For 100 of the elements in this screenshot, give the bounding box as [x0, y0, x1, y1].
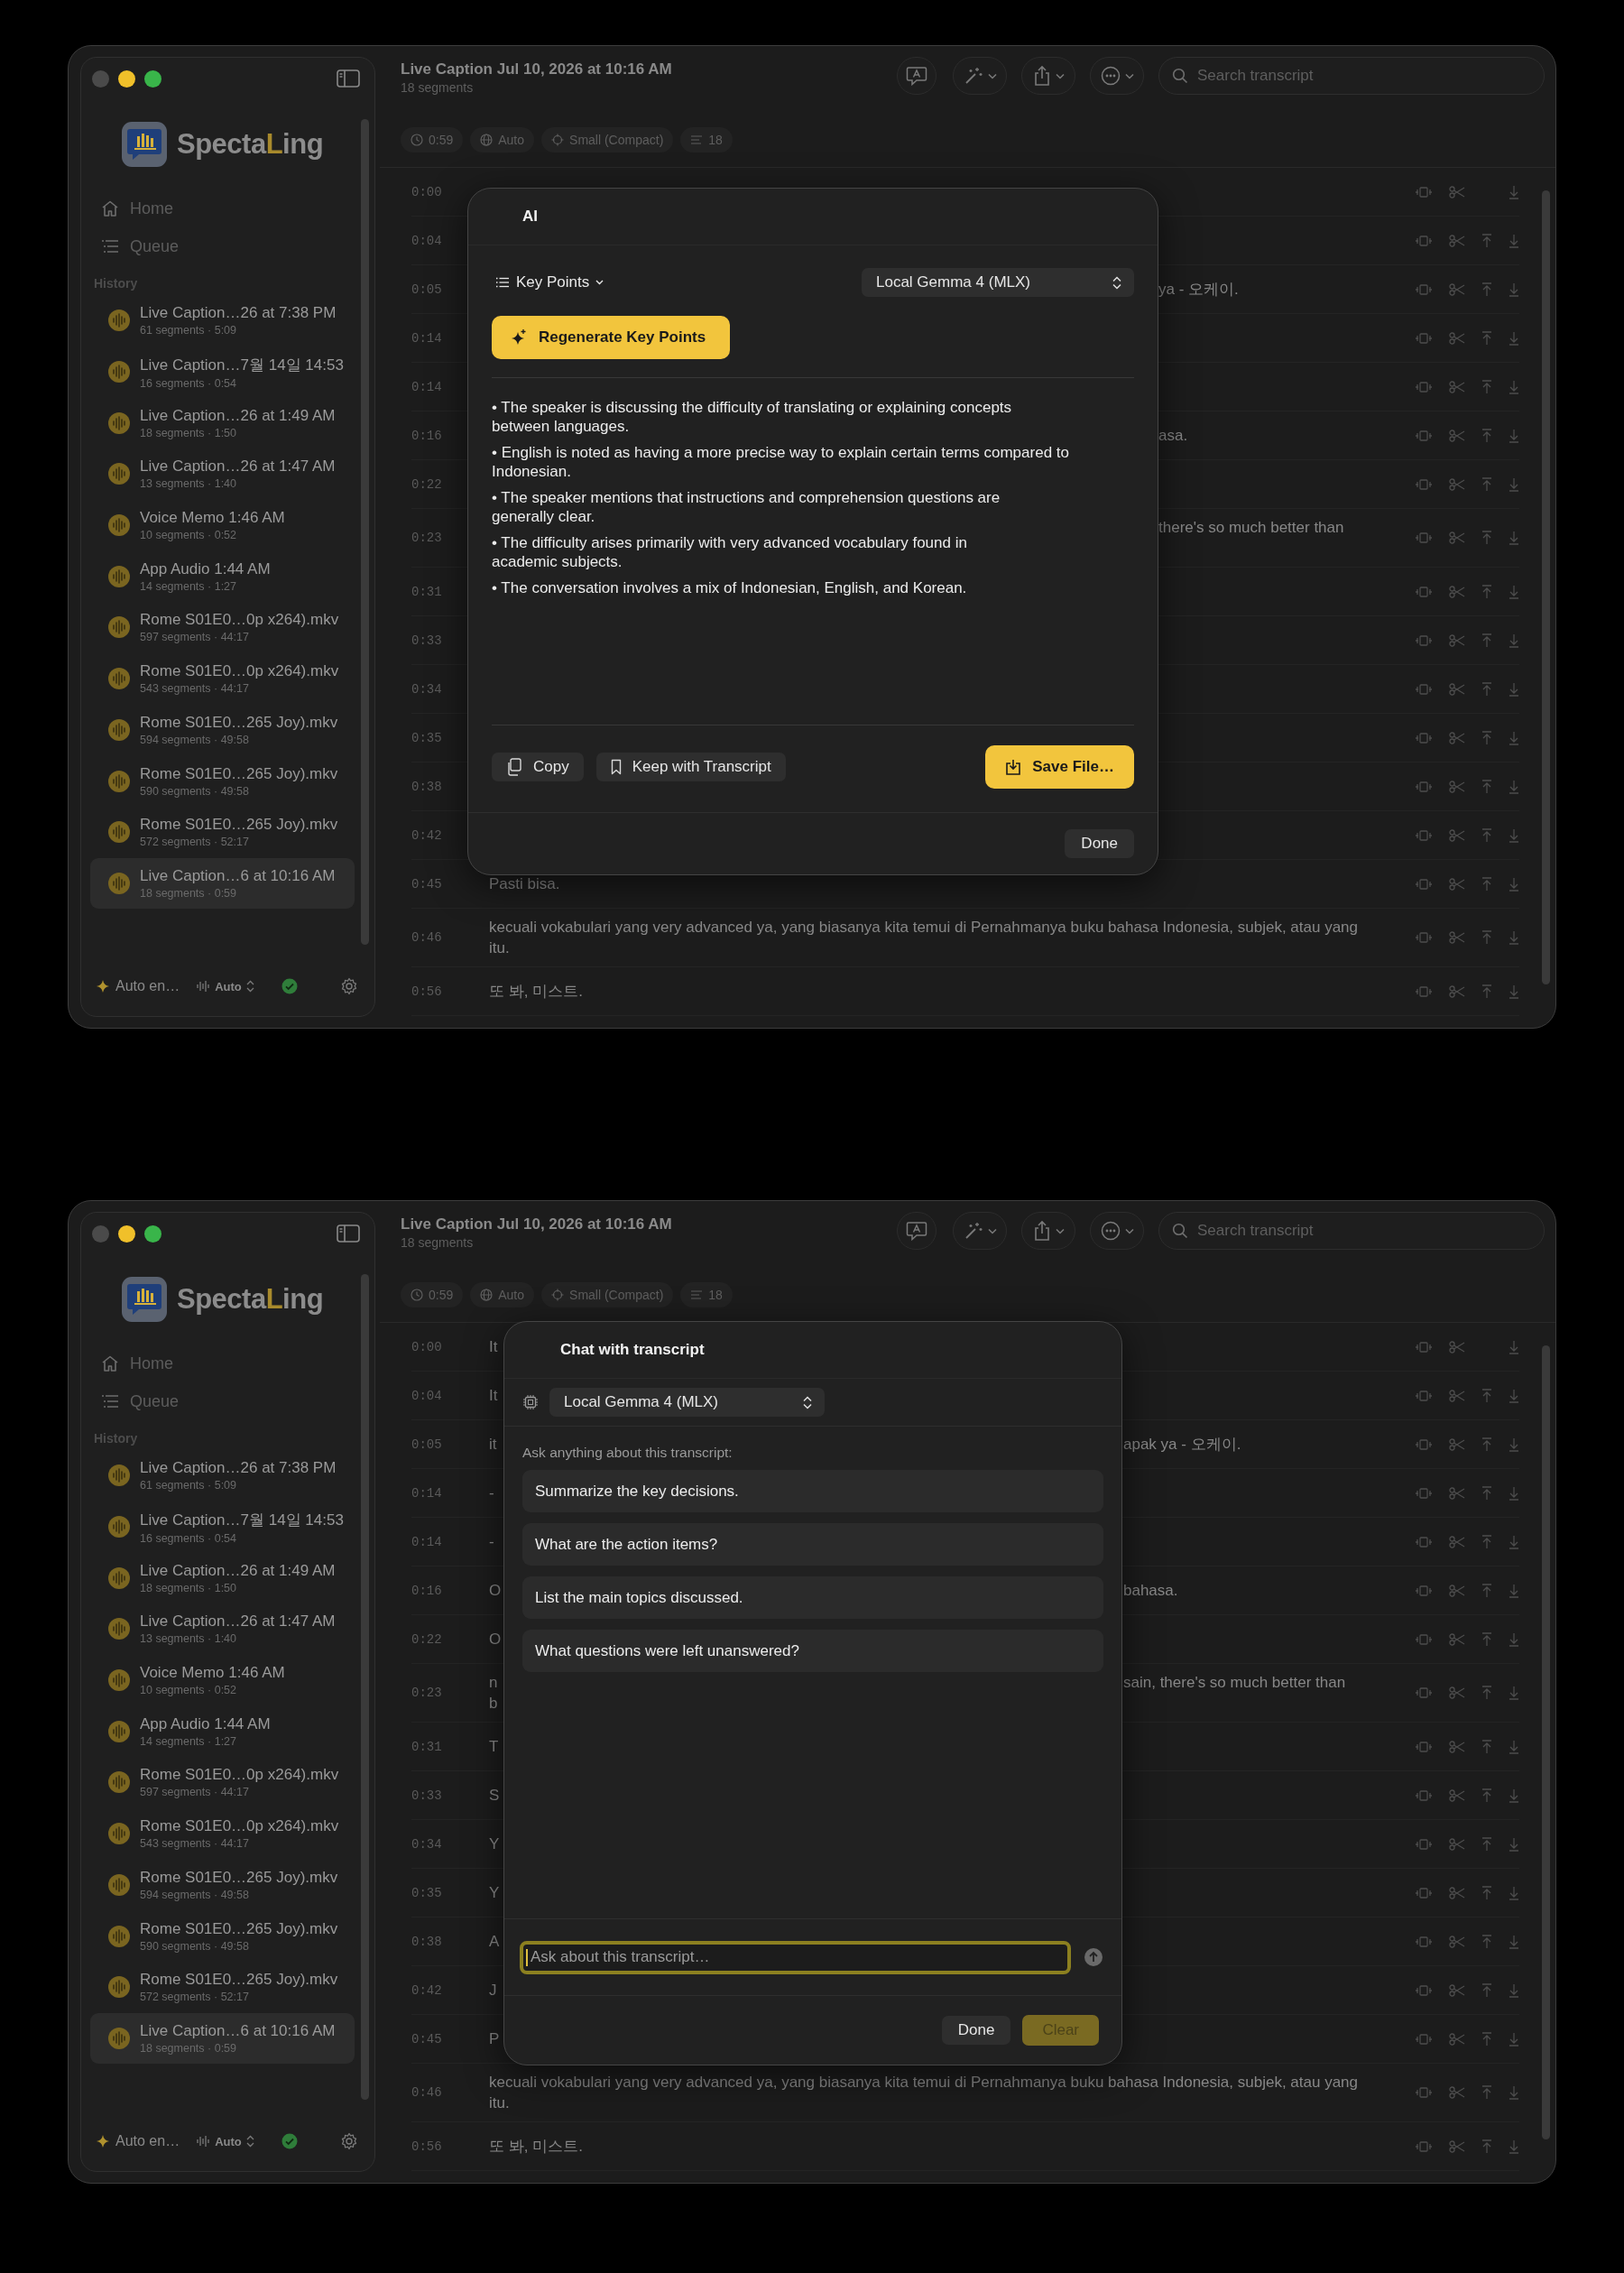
move-up-icon[interactable]: [1481, 2085, 1492, 2100]
move-up-icon[interactable]: [1481, 1739, 1492, 1754]
close-button[interactable]: [92, 69, 109, 88]
move-down-icon[interactable]: [1509, 282, 1519, 297]
regenerate-button[interactable]: Regenerate Key Points: [492, 316, 730, 359]
move-up-icon[interactable]: [1481, 930, 1492, 945]
move-up-icon[interactable]: [1481, 1982, 1492, 1998]
history-item[interactable]: Rome S01E0…265 Joy).mkv 590 segments · 49:58: [90, 1910, 355, 1962]
split-icon[interactable]: [1415, 1788, 1433, 1802]
move-down-icon[interactable]: [1509, 531, 1519, 545]
scissors-icon[interactable]: [1449, 731, 1465, 744]
move-up-icon[interactable]: [1481, 1788, 1492, 1803]
history-item[interactable]: Live Caption…26 at 1:47 AM 13 segments · 1:40: [90, 1603, 355, 1655]
source-picker[interactable]: Auto: [196, 2134, 254, 2148]
move-down-icon[interactable]: [1509, 1485, 1519, 1501]
move-down-icon[interactable]: [1509, 633, 1519, 648]
split-icon[interactable]: [1415, 1632, 1433, 1646]
history-item[interactable]: Voice Memo 1:46 AM 10 segments · 0:52: [90, 1654, 355, 1706]
move-up-icon[interactable]: [1481, 2139, 1492, 2154]
move-down-icon[interactable]: [1509, 984, 1519, 999]
search-field[interactable]: Search transcript: [1158, 1212, 1545, 1250]
split-icon[interactable]: [1415, 331, 1433, 345]
share-menu-button[interactable]: [1021, 1212, 1075, 1250]
scissors-icon[interactable]: [1449, 828, 1465, 842]
move-up-icon[interactable]: [1481, 984, 1492, 999]
move-up-icon[interactable]: [1481, 379, 1492, 394]
move-down-icon[interactable]: [1509, 1934, 1519, 1949]
move-up-icon[interactable]: [1481, 1686, 1492, 1700]
move-down-icon[interactable]: [1509, 184, 1519, 199]
scissors-icon[interactable]: [1449, 1437, 1465, 1451]
history-item[interactable]: Rome S01E0…0p x264).mkv 543 segments · 44:17: [90, 652, 355, 705]
move-down-icon[interactable]: [1509, 584, 1519, 599]
scrollbar[interactable]: [1542, 1345, 1550, 2139]
move-down-icon[interactable]: [1509, 1836, 1519, 1852]
model-dropdown[interactable]: Local Gemma 4 (MLX): [549, 1388, 825, 1417]
scissors-icon[interactable]: [1449, 585, 1465, 598]
split-icon[interactable]: [1415, 2139, 1433, 2153]
move-up-icon[interactable]: [1481, 1485, 1492, 1501]
move-down-icon[interactable]: [1509, 1788, 1519, 1803]
move-up-icon[interactable]: [1481, 1836, 1492, 1852]
mode-label[interactable]: Auto en…: [115, 2133, 180, 2149]
scissors-icon[interactable]: [1449, 1535, 1465, 1548]
split-icon[interactable]: [1415, 380, 1433, 393]
history-item[interactable]: App Audio 1:44 AM 14 segments · 1:27: [90, 1705, 355, 1758]
split-icon[interactable]: [1415, 234, 1433, 247]
suggestion-button[interactable]: What are the action items?: [522, 1523, 1103, 1566]
move-down-icon[interactable]: [1509, 827, 1519, 843]
question-field[interactable]: Ask about this transcript…: [520, 1940, 1071, 1974]
move-down-icon[interactable]: [1509, 233, 1519, 248]
suggestion-button[interactable]: Summarize the key decisions.: [522, 1470, 1103, 1512]
move-down-icon[interactable]: [1509, 330, 1519, 346]
split-icon[interactable]: [1415, 1535, 1433, 1548]
history-item[interactable]: Live Caption…6 at 10:16 AM 18 segments · 0:59: [90, 857, 355, 910]
scissors-icon[interactable]: [1449, 429, 1465, 442]
split-icon[interactable]: [1415, 1486, 1433, 1500]
close-button[interactable]: [92, 1224, 109, 1243]
history-item[interactable]: Rome S01E0…265 Joy).mkv 590 segments · 49:58: [90, 755, 355, 807]
keep-button[interactable]: Keep with Transcript: [595, 753, 786, 781]
move-down-icon[interactable]: [1509, 730, 1519, 745]
scrollbar[interactable]: [1542, 190, 1550, 984]
split-icon[interactable]: [1415, 780, 1433, 793]
split-icon[interactable]: [1415, 931, 1433, 944]
search-field[interactable]: Search transcript: [1158, 57, 1545, 95]
scissors-icon[interactable]: [1449, 1584, 1465, 1597]
move-up-icon[interactable]: [1481, 330, 1492, 346]
scissors-icon[interactable]: [1449, 1740, 1465, 1753]
move-down-icon[interactable]: [1509, 1885, 1519, 1900]
share-menu-button[interactable]: [1021, 57, 1075, 95]
move-up-icon[interactable]: [1481, 827, 1492, 843]
history-item[interactable]: Live Caption…26 at 1:49 AM 18 segments · 1:50: [90, 1552, 355, 1604]
move-up-icon[interactable]: [1481, 681, 1492, 697]
scissors-icon[interactable]: [1449, 984, 1465, 998]
history-item[interactable]: Live Caption…26 at 1:47 AM 13 segments · 1:40: [90, 448, 355, 500]
split-icon[interactable]: [1415, 2086, 1433, 2099]
scissors-icon[interactable]: [1449, 1983, 1465, 1997]
move-down-icon[interactable]: [1509, 476, 1519, 492]
history-item[interactable]: Live Caption…7월 14일 14:53 16 segments · 0:54: [90, 1501, 355, 1553]
move-down-icon[interactable]: [1509, 379, 1519, 394]
scissors-icon[interactable]: [1449, 2139, 1465, 2153]
move-up-icon[interactable]: [1481, 1437, 1492, 1452]
scissors-icon[interactable]: [1449, 931, 1465, 944]
sidebar-toggle-icon[interactable]: [337, 1224, 360, 1243]
mode-menu[interactable]: Key Points: [492, 273, 604, 291]
scissors-icon[interactable]: [1449, 331, 1465, 345]
done-button[interactable]: Done: [941, 2016, 1011, 2045]
move-up-icon[interactable]: [1481, 876, 1492, 892]
move-up-icon[interactable]: [1481, 428, 1492, 443]
move-up-icon[interactable]: [1481, 2031, 1492, 2047]
move-down-icon[interactable]: [1509, 930, 1519, 945]
captions-button[interactable]: [897, 57, 937, 95]
split-icon[interactable]: [1415, 828, 1433, 842]
history-item[interactable]: Live Caption…26 at 7:38 PM 61 segments · 5:09: [90, 1450, 355, 1501]
move-down-icon[interactable]: [1509, 1583, 1519, 1598]
move-up-icon[interactable]: [1481, 584, 1492, 599]
scissors-icon[interactable]: [1449, 1340, 1465, 1354]
split-icon[interactable]: [1415, 1437, 1433, 1451]
split-icon[interactable]: [1415, 1837, 1433, 1851]
move-down-icon[interactable]: [1509, 1339, 1519, 1354]
history-item[interactable]: Rome S01E0…265 Joy).mkv 572 segments · 52:17: [90, 806, 355, 858]
scissors-icon[interactable]: [1449, 380, 1465, 393]
